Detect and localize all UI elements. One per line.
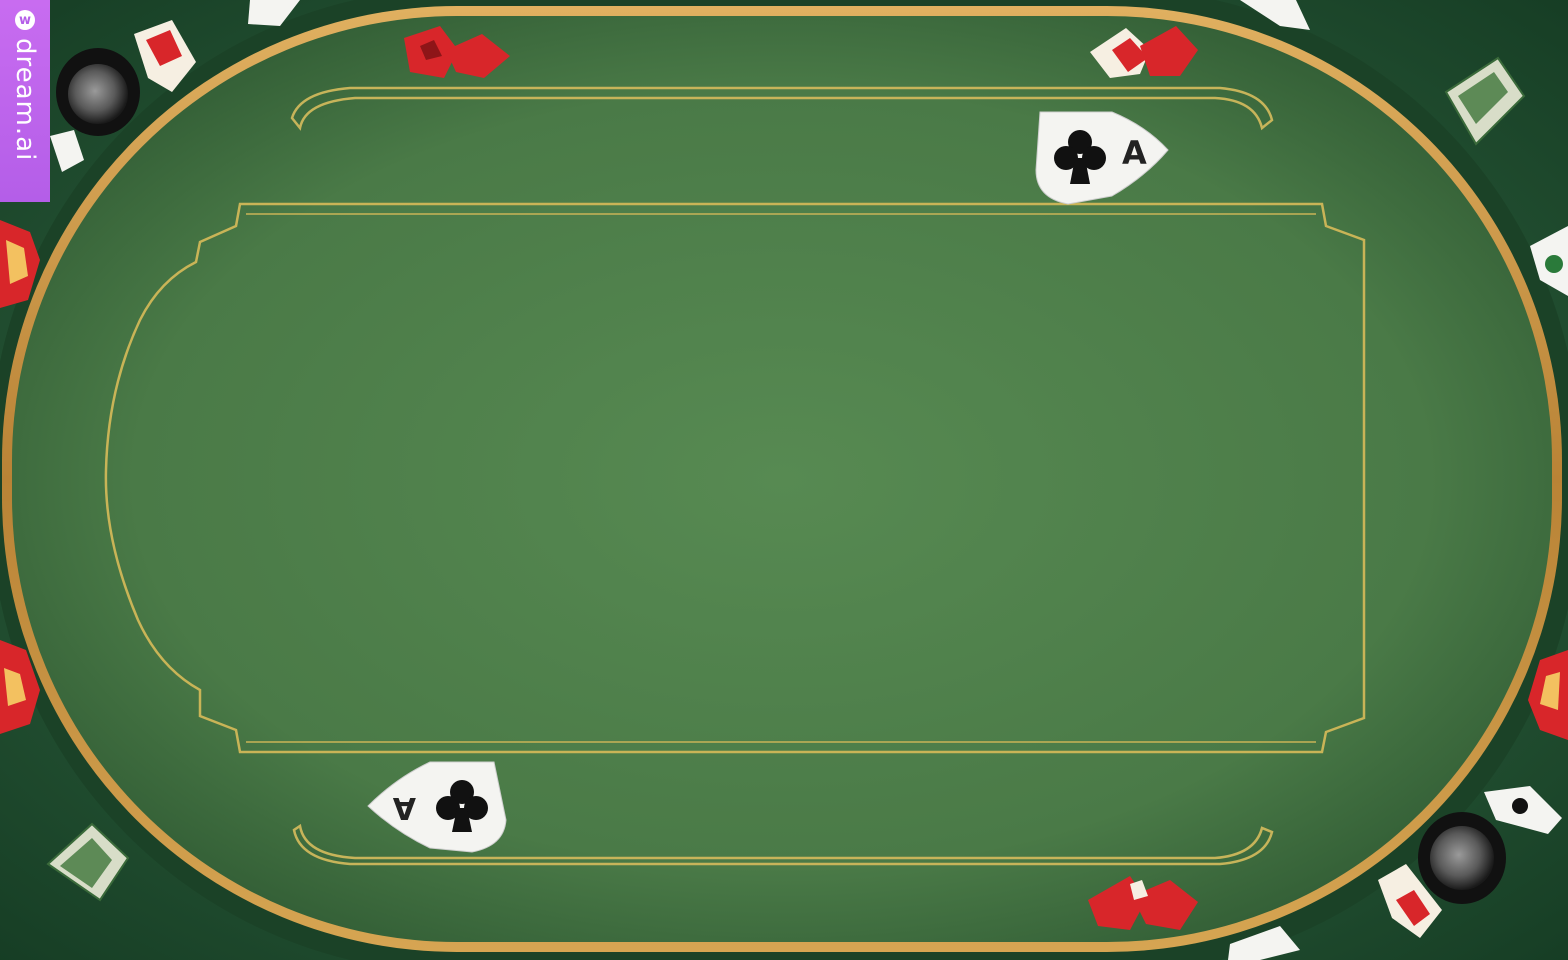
card-rank: A (1122, 134, 1147, 172)
table-felt (12, 16, 1552, 942)
cup-holder-icon (1418, 812, 1506, 904)
dream-ai-watermark: w dream.ai (0, 0, 50, 202)
watermark-text: dream.ai (10, 38, 40, 162)
card-rank: A (392, 790, 416, 825)
poker-table-scene: A A (0, 0, 1568, 960)
cup-holder-icon (56, 48, 140, 136)
dream-ai-logo-icon: w (15, 10, 35, 30)
